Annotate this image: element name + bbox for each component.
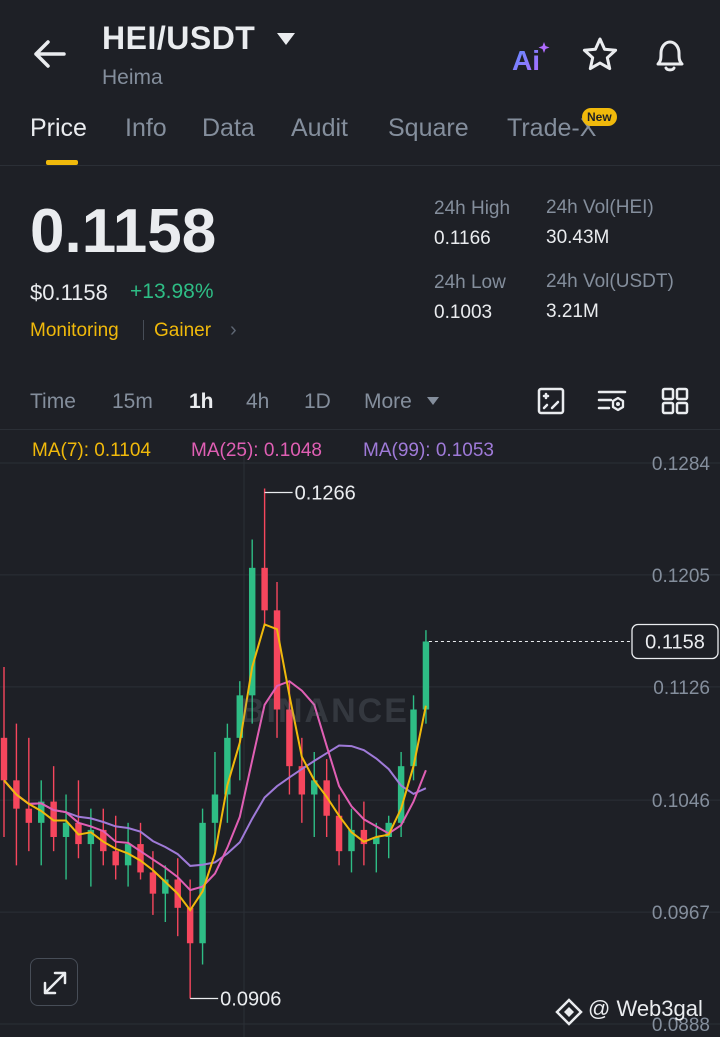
chevron-right-icon[interactable]: › [230, 319, 237, 342]
y-tick-label: 0.1284 [652, 454, 711, 475]
tab-square[interactable]: Square [388, 114, 469, 143]
ma7-legend: MA(7): 0.1104 [32, 440, 151, 461]
section-tabs: Price Info Data Audit Square Trade-X New [0, 108, 720, 166]
interval-1d[interactable]: 1D [304, 390, 331, 414]
high-value: 0.1166 [434, 228, 491, 249]
tab-info[interactable]: Info [125, 114, 167, 143]
indicator-chart-icon[interactable] [536, 386, 566, 416]
low-label: 24h Low [434, 272, 506, 293]
candle-body [186, 907, 194, 944]
high-marker-label: 0.1266 [295, 483, 356, 505]
interval-1h[interactable]: 1h [189, 390, 214, 414]
candle-body [335, 815, 343, 852]
candle-body [112, 851, 119, 866]
low-marker-label: 0.0906 [220, 989, 281, 1011]
new-badge: New [582, 108, 617, 126]
fullscreen-button[interactable] [30, 958, 78, 1006]
more-dropdown-icon[interactable] [426, 396, 440, 406]
author-credit: @ Web3gal [588, 996, 703, 1021]
active-tab-indicator [46, 160, 78, 165]
binance-square-logo-icon [555, 998, 583, 1026]
high-label: 24h High [434, 198, 511, 219]
interval-15m[interactable]: 15m [112, 390, 153, 414]
tag-divider [143, 320, 144, 340]
candle-body [211, 794, 219, 823]
binance-watermark: BINANCE [240, 692, 409, 730]
interval-time[interactable]: Time [30, 390, 76, 414]
price-chart[interactable]: 0.12840.12050.11260.10460.09670.08880.12… [0, 432, 720, 1037]
ai-assistant-icon[interactable]: Ai [510, 40, 552, 74]
expand-icon [43, 971, 67, 995]
ma99-legend: MA(99): 0.1053 [363, 440, 494, 461]
usd-price: $0.1158 [30, 280, 108, 305]
tab-data[interactable]: Data [202, 114, 255, 143]
vol-usdt-label: 24h Vol(USDT) [546, 271, 674, 292]
candle-body [422, 641, 430, 710]
chart-settings-icon[interactable] [597, 386, 627, 416]
current-price-label: 0.1158 [645, 632, 705, 654]
interval-more[interactable]: More [364, 390, 412, 414]
candle-body [0, 737, 8, 781]
vol-hei-value: 30.43M [546, 227, 610, 248]
ai-label: Ai [512, 45, 540, 74]
monitoring-tag[interactable]: Monitoring [30, 320, 119, 342]
interval-bar: Time 15m 1h 4h 1D More [0, 380, 720, 430]
candle-body [261, 567, 268, 611]
tab-audit[interactable]: Audit [291, 114, 348, 143]
ma25-legend: MA(25): 0.1048 [191, 440, 322, 461]
vol-usdt-value: 3.21M [546, 301, 599, 322]
favorite-star-icon[interactable] [580, 36, 620, 74]
last-price: 0.1158 [30, 197, 217, 266]
alert-bell-icon[interactable] [650, 36, 690, 74]
price-change-percent: +13.98% [130, 280, 214, 303]
candle-body [149, 872, 157, 894]
candle-body [25, 808, 33, 823]
y-tick-label: 0.1126 [653, 678, 710, 699]
interval-4h[interactable]: 4h [246, 390, 269, 414]
y-tick-label: 0.0967 [652, 903, 710, 924]
gainer-tag[interactable]: Gainer [154, 320, 211, 342]
y-tick-label: 0.1205 [652, 566, 710, 587]
tab-price[interactable]: Price [30, 114, 87, 143]
y-tick-label: 0.1046 [652, 791, 710, 812]
candle-body [62, 822, 70, 837]
token-name: Heima [102, 66, 163, 89]
layout-grid-icon[interactable] [660, 386, 690, 416]
pair-title[interactable]: HEI/USDT [102, 20, 255, 57]
vol-hei-label: 24h Vol(HEI) [546, 197, 654, 218]
pair-dropdown-icon[interactable] [276, 32, 296, 46]
back-arrow-icon[interactable] [30, 36, 70, 72]
low-value: 0.1003 [434, 302, 493, 323]
header: HEI/USDT Heima Ai [0, 0, 720, 100]
